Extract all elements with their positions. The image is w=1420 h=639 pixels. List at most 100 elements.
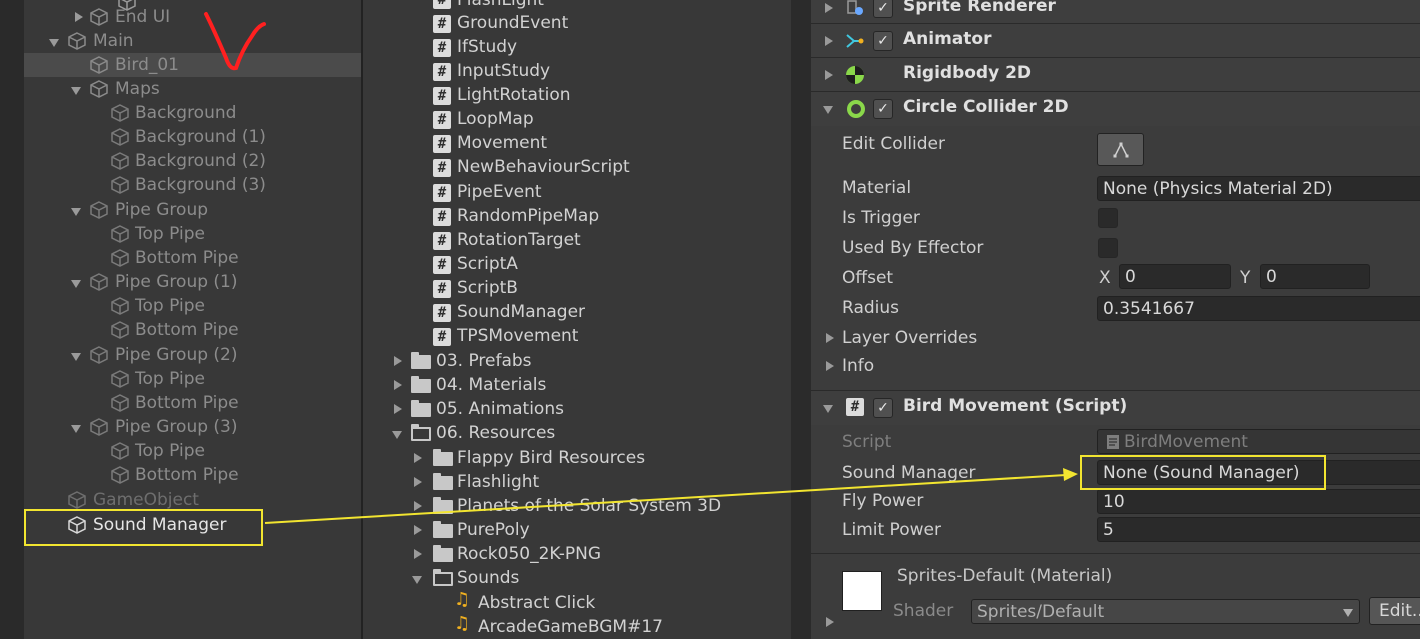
- material-field[interactable]: None (Physics Material 2D): [1097, 176, 1420, 201]
- collapse-arrow-icon[interactable]: [823, 106, 833, 114]
- project-script[interactable]: LoopMap: [457, 107, 534, 131]
- layer-overrides-foldout[interactable]: Layer Overrides: [842, 328, 977, 348]
- enabled-checkbox[interactable]: ✓: [873, 31, 893, 51]
- selected-row[interactable]: [24, 53, 361, 77]
- project-folder[interactable]: PurePoly: [457, 518, 530, 542]
- sound-manager-label: Sound Manager: [842, 463, 976, 483]
- project-script[interactable]: RandomPipeMap: [457, 204, 599, 228]
- shader-dropdown[interactable]: Sprites/Default: [971, 599, 1360, 624]
- folder-icon: [433, 497, 453, 514]
- project-script[interactable]: GroundEvent: [457, 11, 568, 35]
- hierarchy-item[interactable]: Bottom Pipe: [135, 391, 239, 415]
- hierarchy-item[interactable]: Bottom Pipe: [135, 463, 239, 487]
- hierarchy-item[interactable]: Pipe Group (2): [115, 343, 238, 367]
- project-script[interactable]: Movement: [457, 131, 547, 155]
- hierarchy-item[interactable]: Maps: [115, 77, 160, 101]
- expand-arrow-icon[interactable]: [394, 404, 402, 414]
- component-header-animator[interactable]: ✓ Animator: [811, 23, 1420, 58]
- expand-arrow-icon[interactable]: [826, 361, 834, 371]
- expand-arrow-icon[interactable]: [414, 477, 422, 487]
- component-header-circle-collider[interactable]: ✓ Circle Collider 2D: [811, 91, 1420, 126]
- expand-arrow-icon[interactable]: [414, 549, 422, 559]
- panel-divider[interactable]: [791, 0, 811, 639]
- hierarchy-item[interactable]: Pipe Group (1): [115, 270, 238, 294]
- project-audio[interactable]: Abstract Click: [478, 591, 595, 615]
- hierarchy-item[interactable]: Bottom Pipe: [135, 246, 239, 270]
- project-script[interactable]: InputStudy: [457, 59, 550, 83]
- project-folder[interactable]: Flashlight: [457, 470, 539, 494]
- expand-arrow-icon[interactable]: [826, 617, 834, 627]
- hierarchy-item[interactable]: Background (2): [135, 149, 266, 173]
- expand-arrow-icon[interactable]: [825, 36, 833, 46]
- project-folder[interactable]: 03. Prefabs: [436, 349, 532, 373]
- project-folder[interactable]: Sounds: [457, 566, 519, 590]
- hierarchy-item[interactable]: Top Pipe: [135, 367, 205, 391]
- offset-x-field[interactable]: 0: [1119, 264, 1231, 289]
- hierarchy-item[interactable]: Bottom Pipe: [135, 318, 239, 342]
- collapse-arrow-icon[interactable]: [392, 431, 402, 439]
- project-script[interactable]: ScriptA: [457, 252, 518, 276]
- expand-arrow-icon[interactable]: [75, 12, 83, 22]
- enabled-checkbox[interactable]: ✓: [873, 99, 893, 119]
- hierarchy-item[interactable]: Pipe Group (3): [115, 415, 238, 439]
- collapse-arrow-icon[interactable]: [71, 353, 81, 361]
- collapse-arrow-icon[interactable]: [823, 405, 833, 413]
- expand-arrow-icon[interactable]: [826, 333, 834, 343]
- project-audio[interactable]: ArcadeGameBGM#17: [478, 615, 663, 639]
- expand-arrow-icon[interactable]: [414, 453, 422, 463]
- project-folder[interactable]: 04. Materials: [436, 373, 546, 397]
- hierarchy-item[interactable]: Top Pipe: [135, 439, 205, 463]
- info-foldout[interactable]: Info: [842, 356, 874, 376]
- limit-power-field[interactable]: 5: [1097, 517, 1420, 542]
- project-folder[interactable]: 06. Resources: [436, 421, 555, 445]
- collapse-arrow-icon[interactable]: [71, 425, 81, 433]
- expand-arrow-icon[interactable]: [414, 525, 422, 535]
- expand-arrow-icon[interactable]: [825, 3, 833, 13]
- project-script[interactable]: RotationTarget: [457, 228, 581, 252]
- edit-collider-button[interactable]: [1097, 133, 1144, 166]
- project-script[interactable]: NewBehaviourScript: [457, 155, 630, 179]
- project-script[interactable]: ScriptB: [457, 276, 518, 300]
- project-script[interactable]: PipeEvent: [457, 180, 542, 204]
- expand-arrow-icon[interactable]: [825, 70, 833, 80]
- dropdown-arrow-icon[interactable]: [1343, 609, 1353, 617]
- component-header-bird-movement[interactable]: # ✓ Bird Movement (Script): [811, 390, 1420, 425]
- project-script[interactable]: IfStudy: [457, 35, 517, 59]
- component-header-sprite-renderer[interactable]: ✓ Sprite Renderer: [811, 0, 1420, 25]
- hierarchy-item[interactable]: Top Pipe: [135, 222, 205, 246]
- project-folder[interactable]: Flappy Bird Resources: [457, 446, 645, 470]
- collapse-arrow-icon[interactable]: [71, 280, 81, 288]
- used-by-effector-checkbox[interactable]: [1098, 238, 1118, 258]
- hierarchy-item-bird[interactable]: Bird_01: [115, 53, 179, 77]
- hierarchy-item[interactable]: Background: [135, 101, 236, 125]
- enabled-checkbox[interactable]: ✓: [873, 0, 893, 18]
- enabled-checkbox[interactable]: ✓: [873, 398, 893, 418]
- expand-arrow-icon[interactable]: [394, 356, 402, 366]
- collapse-arrow-icon[interactable]: [71, 208, 81, 216]
- project-script[interactable]: SoundManager: [457, 300, 585, 324]
- hierarchy-item[interactable]: Background (3): [135, 173, 266, 197]
- project-folder[interactable]: 05. Animations: [436, 397, 564, 421]
- gameobject-icon: [90, 201, 108, 219]
- collapse-arrow-icon[interactable]: [49, 39, 59, 47]
- is-trigger-checkbox[interactable]: [1098, 208, 1118, 228]
- edit-shader-button[interactable]: Edit...: [1369, 597, 1420, 625]
- offset-y-field[interactable]: 0: [1260, 264, 1370, 289]
- gameobject-icon: [111, 152, 129, 170]
- fly-power-field[interactable]: 10: [1097, 489, 1420, 514]
- hierarchy-item[interactable]: Pipe Group: [115, 198, 208, 222]
- expand-arrow-icon[interactable]: [414, 501, 422, 511]
- project-script[interactable]: TPSMovement: [457, 324, 578, 348]
- radius-field[interactable]: 0.3541667: [1097, 296, 1420, 321]
- hierarchy-item[interactable]: Main: [93, 29, 134, 53]
- hierarchy-item[interactable]: End UI: [115, 5, 170, 29]
- project-folder[interactable]: Planets of the Solar System 3D: [457, 494, 721, 518]
- collapse-arrow-icon[interactable]: [71, 87, 81, 95]
- component-header-rigidbody[interactable]: Rigidbody 2D: [811, 57, 1420, 92]
- collapse-arrow-icon[interactable]: [412, 576, 422, 584]
- hierarchy-item[interactable]: Top Pipe: [135, 294, 205, 318]
- expand-arrow-icon[interactable]: [394, 380, 402, 390]
- project-script[interactable]: LightRotation: [457, 83, 571, 107]
- hierarchy-item[interactable]: Background (1): [135, 125, 266, 149]
- project-folder[interactable]: Rock050_2K-PNG: [457, 542, 601, 566]
